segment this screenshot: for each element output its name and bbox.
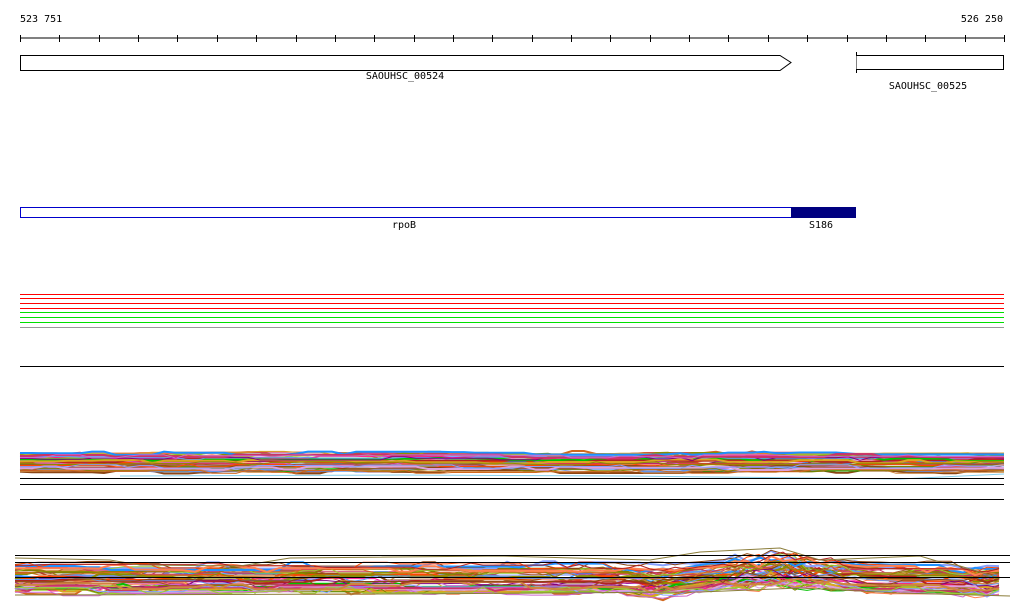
S186-mutation-block[interactable] [791,207,856,218]
coverage-track-1 [19,450,1005,480]
ruler-start-label: 523 751 [20,14,62,25]
genome-browser-canvas[interactable]: 523 751 526 250 SAOUHSC_00524 SAOUHSC_00… [0,0,1024,611]
gene-SAOUHSC_00525[interactable] [856,52,1004,73]
rpoB-feature-bar[interactable] [20,207,792,218]
gene-SAOUHSC_00524[interactable] [20,55,792,71]
flat-tracks [20,294,1004,323]
ruler-end-label: 526 250 [961,14,1003,25]
feature-label: rpoB [392,220,416,231]
coordinate-ruler [20,35,1005,42]
mutation-label: S186 [809,220,833,231]
gene-label: SAOUHSC_00525 [889,81,967,92]
gene-label: SAOUHSC_00524 [366,71,444,82]
